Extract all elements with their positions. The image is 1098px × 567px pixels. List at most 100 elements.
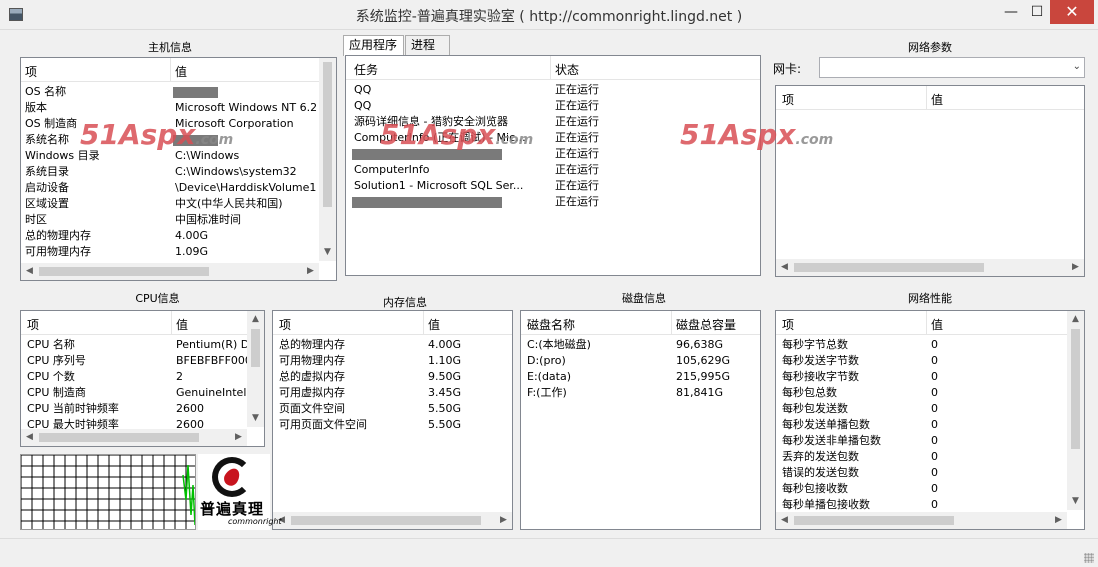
table-row[interactable]: 源码详细信息 - 猎豹安全浏览器 正在运行	[346, 114, 760, 130]
table-row[interactable]: 版本 Microsoft Windows NT 6.2	[21, 100, 336, 116]
close-button[interactable]: ✕	[1050, 0, 1094, 24]
scroll-thumb[interactable]	[323, 62, 332, 207]
table-row[interactable]: C:(本地磁盘) 96,638G	[521, 337, 760, 353]
column-header[interactable]: 项	[27, 316, 39, 333]
table-row[interactable]: ComputerInfo (正在调试) - Mic... 正在运行	[346, 130, 760, 146]
table-row[interactable]: QQ 正在运行	[346, 98, 760, 114]
scroll-right-icon[interactable]: ▶	[1050, 512, 1067, 529]
table-row[interactable]: D:(pro) 105,629G	[521, 353, 760, 369]
vertical-scrollbar[interactable]: ▲▼	[1067, 311, 1084, 510]
column-header[interactable]: 项	[25, 63, 37, 80]
table-row[interactable]: 可用页面文件空间 5.50G	[273, 417, 512, 433]
table-row[interactable]: 启动设备 \Device\HarddiskVolume1	[21, 180, 336, 196]
memory-info-list[interactable]: 项 值总的物理内存 4.00G 可用物理内存 1.10G 总的虚拟内存 9.50G 可用虚拟内…	[272, 310, 513, 530]
column-header[interactable]: 磁盘总容量	[676, 316, 736, 333]
table-row[interactable]: 正在运行	[346, 194, 760, 210]
table-row[interactable]: CPU 名称 Pentium(R) D	[21, 337, 264, 353]
host-info-list[interactable]: 项 值 OS 名称 版本 Microsoft Windows NT 6.2 OS 制造商 M…	[20, 57, 337, 281]
maximize-button[interactable]: ☐	[1024, 0, 1050, 24]
scroll-thumb[interactable]	[291, 516, 481, 525]
scroll-right-icon[interactable]: ▶	[230, 429, 247, 446]
table-row[interactable]: 可用物理内存 1.10G	[273, 353, 512, 369]
scroll-right-icon[interactable]: ▶	[1067, 259, 1084, 276]
resize-grip-icon[interactable]	[1084, 553, 1094, 563]
scroll-down-icon[interactable]: ▼	[1067, 493, 1084, 510]
column-separator[interactable]	[171, 311, 172, 335]
table-row[interactable]: 区域设置 中文(中华人民共和国)	[21, 196, 336, 212]
column-separator[interactable]	[170, 58, 171, 82]
table-row[interactable]: Solution1 - Microsoft SQL Ser... 正在运行	[346, 178, 760, 194]
table-row[interactable]: CPU 个数 2	[21, 369, 264, 385]
table-row[interactable]: Windows 目录 C:\Windows	[21, 148, 336, 164]
column-separator[interactable]	[550, 56, 551, 80]
table-row[interactable]: 可用物理内存 1.09G	[21, 244, 336, 260]
netcard-select[interactable]: ⌄	[819, 57, 1085, 78]
column-header[interactable]: 任务	[354, 61, 378, 78]
table-row[interactable]: 每秒字节总数 0	[776, 337, 1084, 353]
table-row[interactable]: 每秒接收字节数 0	[776, 369, 1084, 385]
table-row[interactable]: 每秒包接收数 0	[776, 481, 1084, 497]
scroll-thumb[interactable]	[251, 329, 260, 367]
table-row[interactable]: 总的物理内存 4.00G	[21, 228, 336, 244]
table-row[interactable]: 总的虚拟内存 9.50G	[273, 369, 512, 385]
column-separator[interactable]	[926, 311, 927, 335]
table-row[interactable]: 页面文件空间 5.50G	[273, 401, 512, 417]
horizontal-scrollbar[interactable]: ◀ ▶	[21, 263, 319, 280]
scroll-left-icon[interactable]: ◀	[776, 512, 793, 529]
table-row[interactable]: OS 制造商 Microsoft Corporation	[21, 116, 336, 132]
horizontal-scrollbar[interactable]: ◀ ▶	[776, 259, 1084, 276]
table-row[interactable]: 可用虚拟内存 3.45G	[273, 385, 512, 401]
table-row[interactable]: OS 名称	[21, 84, 336, 100]
column-header[interactable]: 状态	[555, 61, 579, 78]
table-row[interactable]: 每秒单播包接收数 0	[776, 497, 1084, 513]
tab-processes[interactable]: 进程	[405, 35, 450, 55]
vertical-scrollbar[interactable]: ▲▼	[319, 58, 336, 261]
table-row[interactable]: 错误的发送包数 0	[776, 465, 1084, 481]
cpu-info-list[interactable]: 项 值 CPU 名称Pentium(R) DCPU 序列号BFEBFBFF0001C…	[20, 310, 265, 447]
table-row[interactable]: 每秒发送字节数 0	[776, 353, 1084, 369]
scroll-thumb[interactable]	[794, 263, 984, 272]
table-row[interactable]: CPU 序列号 BFEBFBFF0001	[21, 353, 264, 369]
scroll-down-icon[interactable]: ▼	[247, 410, 264, 427]
table-row[interactable]: F:(工作) 81,841G	[521, 385, 760, 401]
column-header[interactable]: 值	[175, 63, 187, 80]
column-header[interactable]: 项	[782, 91, 794, 108]
table-row[interactable]: 每秒包发送数 0	[776, 401, 1084, 417]
column-header[interactable]: 项	[279, 316, 291, 333]
table-row[interactable]: 每秒包总数 0	[776, 385, 1084, 401]
column-header[interactable]: 值	[176, 316, 188, 333]
scroll-right-icon[interactable]: ▶	[495, 512, 512, 529]
column-separator[interactable]	[926, 86, 927, 110]
scroll-thumb[interactable]	[794, 516, 954, 525]
table-row[interactable]: 每秒发送非单播包数 0	[776, 433, 1084, 449]
tab-applications[interactable]: 应用程序	[343, 35, 404, 56]
column-header[interactable]: 值	[931, 316, 943, 333]
horizontal-scrollbar[interactable]: ◀ ▶	[776, 512, 1067, 529]
table-row[interactable]: 每秒发送单播包数 0	[776, 417, 1084, 433]
applications-list[interactable]: 任务 状态 QQ 正在运行 QQ 正在运行 源码详细信息 - 猎豹安全浏览器 正在运行 Comp…	[345, 55, 761, 276]
scroll-left-icon[interactable]: ◀	[21, 263, 38, 280]
scroll-up-icon[interactable]: ▲	[247, 311, 264, 328]
table-row[interactable]: 系统目录 C:\Windows\system32	[21, 164, 336, 180]
table-row[interactable]: ComputerInfo 正在运行	[346, 162, 760, 178]
table-row[interactable]: 丢弃的发送包数 0	[776, 449, 1084, 465]
column-header[interactable]: 值	[428, 316, 440, 333]
minimize-button[interactable]: —	[998, 0, 1024, 24]
net-perf-list[interactable]: 项值每秒字节总数 0 每秒发送字节数 0 每秒接收字节数 0 每秒包总数 0 每秒包发送数 0 每秒…	[775, 310, 1085, 530]
scroll-down-icon[interactable]: ▼	[319, 244, 336, 261]
column-separator[interactable]	[671, 311, 672, 335]
horizontal-scrollbar[interactable]: ◀ ▶	[21, 429, 247, 446]
table-row[interactable]: 时区 中国标准时间	[21, 212, 336, 228]
scroll-thumb[interactable]	[39, 433, 199, 442]
table-row[interactable]: 总的物理内存 4.00G	[273, 337, 512, 353]
table-row[interactable]: QQ 正在运行	[346, 82, 760, 98]
table-row[interactable]: 系统名称	[21, 132, 336, 148]
column-header[interactable]: 项	[782, 316, 794, 333]
column-header[interactable]: 值	[931, 91, 943, 108]
net-params-list[interactable]: 项 值 ◀ ▶	[775, 85, 1085, 277]
table-row[interactable]: 正在运行	[346, 146, 760, 162]
disk-info-list[interactable]: 磁盘名称 磁盘总容量 C:(本地磁盘) 96,638G D:(pro) 105,629G E…	[520, 310, 761, 530]
scroll-left-icon[interactable]: ◀	[21, 429, 38, 446]
scroll-thumb[interactable]	[39, 267, 209, 276]
column-header[interactable]: 磁盘名称	[527, 316, 575, 333]
